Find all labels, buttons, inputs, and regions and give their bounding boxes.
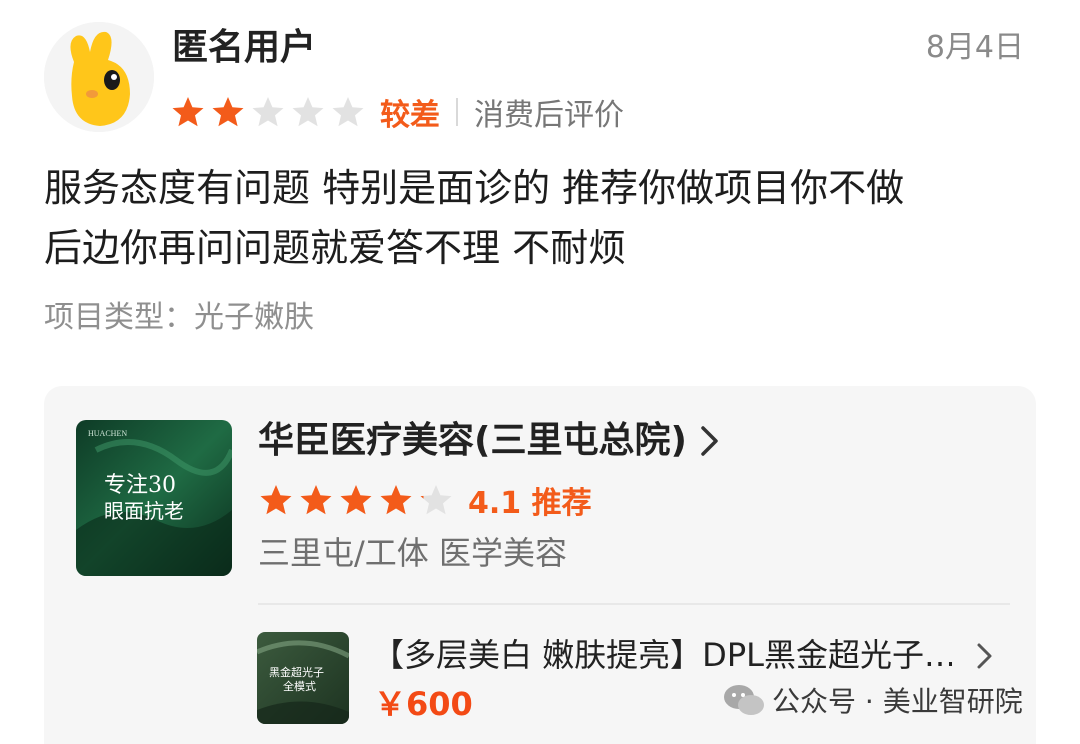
- shop-score: 4.1 推荐: [468, 486, 592, 521]
- star-icon: [292, 97, 324, 127]
- star-icon: [212, 97, 244, 127]
- project-type: 项目类型：光子嫩肤: [44, 298, 314, 338]
- divider: [456, 98, 458, 126]
- star-icon: [332, 97, 364, 127]
- review-comment: 服务态度有问题 特别是面诊的 推荐你做项目你不做 后边你再问问题就爱答不理 不耐…: [44, 158, 1044, 278]
- star-icon: [252, 97, 284, 127]
- star-icon: [340, 485, 372, 515]
- deal-price: ￥600: [374, 685, 473, 723]
- watermark-text: 公众号 · 美业智研院: [772, 685, 1023, 718]
- shop-location-category: 三里屯/工体 医学美容: [258, 534, 567, 572]
- deal-title[interactable]: 【多层美白 嫩肤提亮】DPL黑金超光子…: [372, 634, 952, 676]
- star-icon: [260, 485, 292, 515]
- shop-stars: [258, 482, 458, 518]
- project-type-value: 光子嫩肤: [194, 300, 314, 335]
- shop-thumbnail-image: HUACHEN 专注30 眼面抗老: [76, 420, 232, 576]
- chevron-right-icon[interactable]: [976, 642, 994, 670]
- comment-line: 后边你再问问题就爱答不理 不耐烦: [44, 226, 627, 270]
- project-type-label: 项目类型：: [44, 300, 194, 335]
- star-icon: [300, 485, 332, 515]
- shop-rating: 4.1 推荐: [258, 480, 592, 521]
- username[interactable]: 匿名用户: [172, 26, 316, 70]
- review-stars: [170, 94, 370, 130]
- divider: [258, 603, 1010, 605]
- watermark: 公众号 · 美业智研院: [722, 680, 1023, 720]
- review-rating: 较差 消费后评价: [170, 92, 624, 133]
- deal-thumbnail[interactable]: 黑金超光子 全模式: [257, 632, 349, 724]
- svg-text:眼面抗老: 眼面抗老: [104, 499, 184, 523]
- shop-name: 华臣医疗美容(三里屯总院): [258, 420, 687, 461]
- shop-name-link[interactable]: 华臣医疗美容(三里屯总院): [258, 418, 721, 464]
- svg-text:黑金超光子: 黑金超光子: [269, 665, 324, 679]
- shop-thumbnail[interactable]: HUACHEN 专注30 眼面抗老: [76, 420, 232, 576]
- user-avatar[interactable]: [44, 22, 154, 132]
- comment-line: 服务态度有问题 特别是面诊的 推荐你做项目你不做: [44, 166, 905, 210]
- svg-text:全模式: 全模式: [283, 679, 316, 693]
- svg-text:HUACHEN: HUACHEN: [88, 429, 127, 438]
- chevron-right-icon: [701, 426, 718, 456]
- deal-thumbnail-image: 黑金超光子 全模式: [257, 632, 349, 724]
- svg-text:专注30: 专注30: [104, 473, 176, 498]
- review-date: 8月4日: [925, 30, 1024, 65]
- star-icon: [380, 485, 412, 515]
- rating-word: 较差: [380, 98, 440, 133]
- star-icon: [420, 485, 452, 515]
- mascot-avatar-icon: [44, 22, 154, 132]
- wechat-icon: [724, 685, 764, 715]
- rating-note: 消费后评价: [474, 98, 624, 133]
- star-icon: [172, 97, 204, 127]
